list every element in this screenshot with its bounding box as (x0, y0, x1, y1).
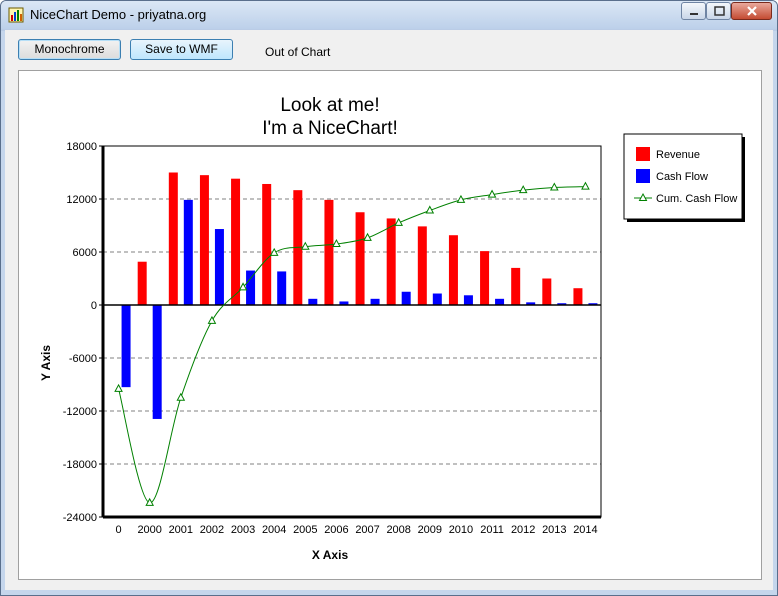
x-tick-label: 2000 (137, 524, 161, 536)
close-button[interactable] (731, 2, 772, 20)
bar-revenue (448, 235, 458, 305)
monochrome-button[interactable]: Monochrome (18, 39, 121, 60)
legend: Revenue Cash Flow Cum. Cash Flow (623, 133, 745, 222)
bar-cash-flow (152, 305, 162, 419)
close-icon (747, 6, 757, 16)
bar-revenue (511, 267, 521, 305)
bar-cash-flow (308, 298, 318, 305)
bar-revenue (262, 183, 272, 305)
x-tick-label: 0 (116, 524, 122, 536)
client-area: Monochrome Save to WMF Out of Chart Look… (5, 30, 773, 590)
line-point-triangle (581, 181, 590, 190)
y-tick-label: -18000 (63, 459, 97, 471)
maximize-icon (714, 6, 725, 16)
bar-cash-flow (463, 295, 473, 305)
line-point-triangle (549, 182, 559, 191)
maximize-button[interactable] (706, 2, 731, 20)
plot-area: 18000 12000 6000 0 -6000 -12000 -18000 -24000 0 2… (63, 141, 602, 536)
bar-cash-flow (401, 291, 411, 305)
x-tick-label: 2008 (386, 524, 410, 536)
y-tick-label: 12000 (66, 194, 97, 206)
window-title: NiceChart Demo - priyatna.org (30, 7, 207, 22)
minimize-button[interactable] (681, 2, 706, 20)
y-tick-label: -12000 (63, 406, 97, 418)
bar-revenue (480, 251, 490, 305)
x-axis-label: X Axis (312, 548, 349, 562)
title-bar[interactable]: NiceChart Demo - priyatna.org (1, 1, 777, 29)
x-tick-label: 2012 (511, 524, 535, 536)
bar-revenue (573, 288, 583, 305)
x-tick-label: 2002 (200, 524, 224, 536)
y-tick-label: -24000 (63, 512, 97, 524)
x-tick-label: 2004 (262, 524, 286, 536)
bar-revenue (137, 261, 147, 305)
x-tick-label: 2013 (542, 524, 566, 536)
line-point-triangle (176, 392, 186, 401)
app-chart-icon (8, 7, 24, 23)
line-point-triangle (114, 383, 123, 392)
legend-label: Cash Flow (656, 171, 708, 183)
app-window: NiceChart Demo - priyatna.org Monochrome… (0, 0, 778, 596)
bar-revenue (355, 212, 365, 305)
x-tick-label: 2009 (418, 524, 442, 536)
bar-revenue (417, 226, 427, 305)
x-tick-label: 2005 (293, 524, 317, 536)
bar-revenue (386, 218, 396, 305)
legend-label: Cum. Cash Flow (656, 193, 737, 205)
bar-cash-flow (495, 298, 505, 305)
out-of-chart-label: Out of Chart (265, 45, 331, 59)
chart-title: Look at me! (280, 95, 379, 116)
save-to-wmf-button[interactable]: Save to WMF (130, 39, 233, 60)
bar-cash-flow (121, 305, 131, 388)
bar-revenue (324, 199, 334, 305)
bar-cash-flow (183, 199, 193, 305)
bar-cash-flow (214, 229, 224, 305)
x-tick-label: 2011 (480, 524, 504, 536)
x-tick-label: 2006 (324, 524, 348, 536)
bar-revenue (168, 172, 178, 305)
y-tick-label: 6000 (73, 247, 97, 259)
y-axis-label: Y Axis (39, 345, 53, 381)
bar-cash-flow (432, 293, 442, 305)
bar-revenue (231, 178, 241, 305)
x-tick-label: 2001 (169, 524, 193, 536)
legend-swatch-cash-flow (636, 169, 650, 183)
line-point-triangle (207, 315, 217, 324)
minimize-icon (690, 13, 698, 15)
bar-revenue (542, 278, 552, 305)
x-tick-label: 2003 (231, 524, 255, 536)
y-tick-label: 0 (91, 300, 97, 312)
bar-cash-flow (277, 271, 287, 305)
y-tick-label: 18000 (66, 141, 97, 153)
bar-cash-flow (370, 298, 380, 305)
x-tick-label: 2014 (573, 524, 597, 536)
bar-revenue (199, 175, 209, 305)
legend-swatch-revenue (636, 147, 650, 161)
bar-cash-flow (246, 270, 256, 305)
legend-label: Revenue (656, 149, 700, 161)
chart-canvas: Look at me! I'm a NiceChart! X Axis Y Ax… (39, 95, 745, 562)
y-tick-label: -6000 (69, 353, 97, 365)
chart-subtitle: I'm a NiceChart! (262, 118, 398, 139)
x-tick-label: 2007 (355, 524, 379, 536)
x-tick-label: 2010 (449, 524, 473, 536)
chart-panel: Look at me! I'm a NiceChart! X Axis Y Ax… (18, 70, 762, 580)
